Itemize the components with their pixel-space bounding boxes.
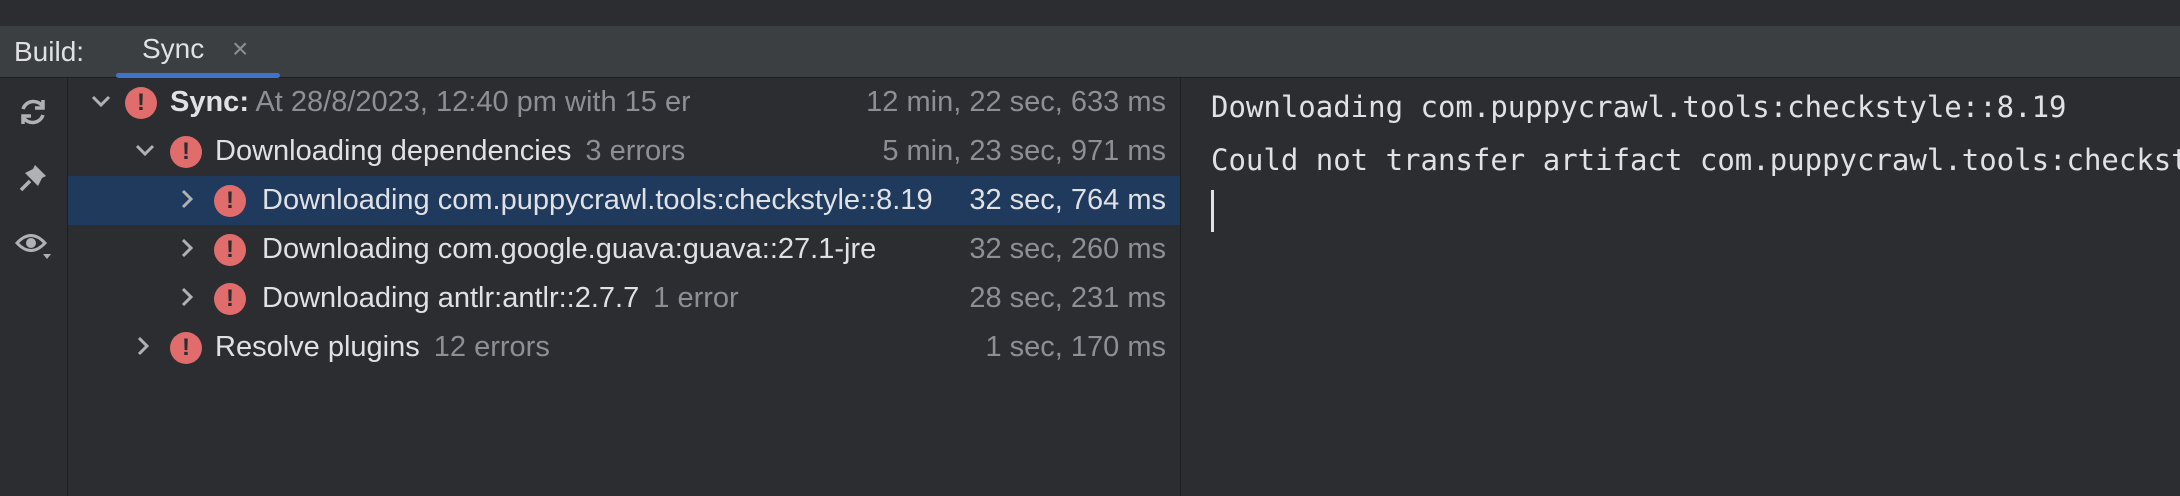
error-icon: ! (170, 332, 202, 364)
tree-row-title: Downloading com.puppycrawl.tools:checkst… (262, 184, 933, 216)
tree-row-antlr[interactable]: ! Downloading antlr:antlr::2.7.7 1 error… (68, 274, 1180, 323)
tree-row-sync[interactable]: ! Sync: At 28/8/2023, 12:40 pm with 15 e… (68, 78, 1180, 127)
chevron-down-icon[interactable] (88, 88, 114, 114)
tree-row-title: Downloading antlr:antlr::2.7.7 (262, 282, 640, 314)
console-line: Could not transfer artifact com.puppycra… (1211, 143, 2180, 177)
error-icon: ! (214, 234, 246, 266)
chevron-right-icon[interactable] (174, 235, 200, 261)
tree-row-duration: 12 min, 22 sec, 633 ms (866, 86, 1166, 118)
tree-row-detail: 12 errors (433, 331, 550, 363)
tab-sync-label: Sync (142, 33, 205, 64)
chevron-right-icon[interactable] (174, 186, 200, 212)
tool-window-header: Build: Sync × (0, 26, 2180, 78)
tree-row-guava[interactable]: ! Downloading com.google.guava:guava::27… (68, 225, 1180, 274)
tab-sync[interactable]: Sync × (116, 26, 280, 78)
chevron-down-icon[interactable] (132, 137, 158, 163)
error-icon: ! (214, 283, 246, 315)
sync-icon (21, 99, 45, 125)
tree-row-label: Downloading dependencies 3 errors (215, 127, 815, 175)
error-icon: ! (170, 136, 202, 168)
tree-row-title: Resolve plugins (215, 331, 420, 363)
eye-icon (14, 234, 51, 259)
tree-row-label: Downloading antlr:antlr::2.7.7 1 error (262, 274, 862, 322)
pin-button[interactable] (13, 158, 53, 198)
error-icon: ! (214, 185, 246, 217)
close-icon[interactable]: × (232, 26, 248, 72)
tree-row-title: Downloading com.google.guava:guava::27.1… (262, 233, 877, 265)
tree-row-label: Resolve plugins 12 errors (215, 323, 815, 371)
build-label: Build: (14, 36, 85, 67)
tree-row-label: Sync: At 28/8/2023, 12:40 pm with 15 err… (170, 78, 690, 126)
tree-row-detail: 1 error (653, 282, 739, 314)
tree-row-duration: 1 sec, 170 ms (985, 331, 1166, 363)
tree-row-detail: 3 errors (585, 135, 686, 167)
chevron-right-icon[interactable] (130, 333, 156, 359)
tree-row-resolve-plugins[interactable]: ! Resolve plugins 12 errors 1 sec, 170 m… (68, 323, 1180, 372)
tree-row-duration: 32 sec, 764 ms (969, 184, 1166, 216)
window-top-strip (0, 0, 2180, 26)
tree-row-duration: 5 min, 23 sec, 971 ms (882, 135, 1166, 167)
tree-row-duration: 28 sec, 231 ms (969, 282, 1166, 314)
tree-row-detail: At 28/8/2023, 12:40 pm with 15 errors (255, 86, 690, 118)
tree-row-title: Downloading dependencies (215, 135, 572, 167)
build-tree: ! Sync: At 28/8/2023, 12:40 pm with 15 e… (68, 78, 1181, 496)
tree-row-title: Sync: (170, 86, 249, 118)
error-icon: ! (125, 87, 157, 119)
chevron-right-icon[interactable] (174, 284, 200, 310)
tool-window-sidebar (0, 78, 68, 496)
console-output[interactable]: Downloading com.puppycrawl.tools:checkst… (1181, 78, 2180, 496)
tree-row-duration: 32 sec, 260 ms (969, 233, 1166, 265)
text-cursor (1211, 190, 1214, 232)
filter-button[interactable] (13, 224, 53, 264)
console-line: Downloading com.puppycrawl.tools:checkst… (1211, 90, 2067, 124)
tree-row-checkstyle[interactable]: ! Downloading com.puppycrawl.tools:check… (68, 176, 1180, 225)
pin-icon (19, 165, 46, 192)
tree-row-downloading-dependencies[interactable]: ! Downloading dependencies 3 errors 5 mi… (68, 127, 1180, 176)
sync-button[interactable] (13, 92, 53, 132)
